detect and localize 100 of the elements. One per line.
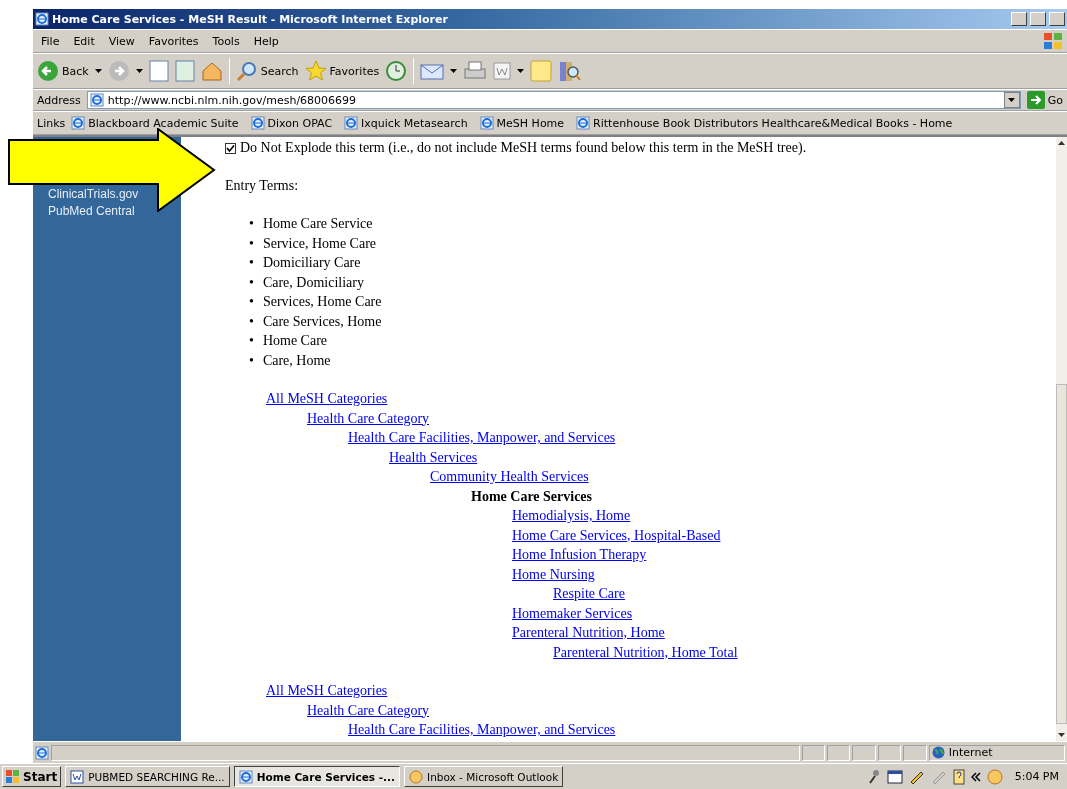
status-pane <box>877 744 902 761</box>
document-icon <box>70 769 85 784</box>
go-button[interactable]: Go <box>1026 91 1063 109</box>
sidebar-link[interactable]: PubMed Central <box>48 204 135 218</box>
globe-page-icon <box>238 769 253 784</box>
minimize-button[interactable] <box>1011 12 1027 26</box>
window-icon[interactable] <box>886 769 903 784</box>
globe-page-icon <box>71 116 86 130</box>
taskbar-button[interactable]: PUBMED SEARCHING Re... <box>65 766 230 787</box>
current-term: Home Care Services <box>471 488 593 504</box>
close-button[interactable] <box>1049 12 1065 26</box>
caret-icon[interactable] <box>450 69 458 73</box>
tree-link[interactable]: All MeSH Categories <box>266 391 388 406</box>
bullet: • <box>249 215 254 233</box>
tree-link[interactable]: Homemaker Services <box>512 605 633 621</box>
search-icon <box>235 60 258 82</box>
start-button[interactable]: Start <box>2 766 62 787</box>
tree-link[interactable]: All MeSH Categories <box>266 683 388 698</box>
tree-link[interactable]: Home Nursing <box>512 566 595 582</box>
history-icon[interactable] <box>385 60 408 82</box>
page-icon <box>35 745 49 760</box>
tree-link[interactable]: Health Care Category <box>307 410 430 426</box>
entry-term: Services, Home Care <box>262 293 382 311</box>
window-title: Home Care Services - MeSH Result - Microsoft Internet Explorer <box>52 12 449 26</box>
menu-item[interactable]: Tools <box>208 34 244 48</box>
tree-link[interactable]: Parenteral Nutrition, Home Total <box>553 644 738 660</box>
bullet: • <box>249 273 254 292</box>
checkbox[interactable] <box>225 142 236 154</box>
tree-link[interactable]: Health Care Category <box>307 702 430 718</box>
star-icon <box>304 60 327 82</box>
tree-link[interactable]: Home Care Services, Hospital-Based <box>512 527 721 543</box>
pen-icon[interactable] <box>908 769 925 784</box>
favorites-button[interactable]: Favorites <box>304 60 380 82</box>
search-button[interactable]: Search <box>235 60 299 82</box>
menu-item[interactable]: View <box>104 34 139 48</box>
globe-icon <box>931 746 945 759</box>
tree-link[interactable]: Hemodialysis, Home <box>512 508 631 523</box>
menu-item[interactable]: Help <box>249 34 283 48</box>
entry-term: Care Services, Home <box>262 312 382 331</box>
bullet: • <box>249 234 254 253</box>
address-field[interactable]: http://www.ncbi.nlm.nih.gov/mesh/68006699 <box>86 91 1021 109</box>
windows-logo-icon <box>1043 32 1063 50</box>
status-pane <box>852 744 876 761</box>
globe-page-icon <box>250 116 265 130</box>
chevron-icon[interactable] <box>970 771 981 782</box>
caret-icon[interactable] <box>1008 98 1016 102</box>
links-label: Links <box>37 116 66 130</box>
address-label: Address <box>37 93 81 107</box>
zone-label: Internet <box>948 746 993 759</box>
taskbar-button[interactable]: Home Care Services -... <box>233 766 401 787</box>
tree-link[interactable]: Respite Care <box>553 586 625 601</box>
entry-terms-heading: Entry Terms: <box>225 178 300 194</box>
entry-term: Service, Home Care <box>262 234 377 253</box>
globe-page-icon <box>576 116 591 130</box>
bullet: • <box>249 254 254 272</box>
favorite-link[interactable]: Blackboard Academic Suite <box>71 116 239 130</box>
back-button[interactable]: Back <box>37 60 89 82</box>
printer-icon[interactable] <box>463 60 488 82</box>
menu-item[interactable]: File <box>37 34 64 48</box>
caret-icon[interactable] <box>94 69 102 73</box>
clock: 5:04 PM <box>1014 770 1059 783</box>
favorite-link[interactable]: Dixon OPAC <box>250 116 333 130</box>
microphone-icon[interactable] <box>866 768 881 785</box>
status-pane <box>903 744 927 761</box>
bullet: • <box>249 293 254 311</box>
mail-icon[interactable] <box>420 61 445 81</box>
tree-link[interactable]: Health Care Facilities, Manpower, and Services <box>348 722 616 737</box>
tree-link[interactable]: Health Services <box>389 449 478 465</box>
menu-item[interactable]: Favorites <box>144 34 203 48</box>
globe-page-icon <box>89 93 104 107</box>
checkbox-label: Do Not Explode this term (i.e., do not include MeSH terms found below this term in the MeSH tree). <box>240 140 807 156</box>
dropdown-button[interactable] <box>1003 92 1020 108</box>
entry-term: Care, Home <box>262 351 331 370</box>
status-pane <box>827 744 851 761</box>
favorite-link[interactable]: Ixquick Metasearch <box>344 116 468 130</box>
bullet: • <box>249 332 254 350</box>
caret-icon[interactable] <box>517 69 525 73</box>
books-magnifier-icon[interactable] <box>558 59 583 83</box>
globe-page-icon <box>344 116 359 130</box>
bullet: • <box>249 312 254 331</box>
taskbar-button[interactable]: Inbox - Microsoft Outlook <box>404 766 564 787</box>
restore-button[interactable] <box>1030 12 1046 26</box>
entry-term: Care, Domiciliary <box>262 273 364 292</box>
entry-term: Domiciliary Care <box>262 254 361 272</box>
globe-page-icon <box>479 116 494 130</box>
tree-link[interactable]: Community Health Services <box>430 469 589 484</box>
caret-icon[interactable] <box>135 69 143 73</box>
windows-logo-icon <box>6 770 20 783</box>
tree-link[interactable]: Health Care Facilities, Manpower, and Services <box>348 430 616 445</box>
scrollbar[interactable] <box>1056 137 1067 741</box>
bullet: • <box>249 351 254 370</box>
favorite-link[interactable]: MeSH Home <box>479 116 565 130</box>
favorite-link[interactable]: Rittenhouse Book Distributors Healthcare&Medical Books - Home <box>576 116 953 130</box>
tree-link[interactable]: Home Infusion Therapy <box>512 547 647 562</box>
menu-item[interactable]: Edit <box>69 34 99 48</box>
browser-icon <box>35 12 49 26</box>
tree-link[interactable]: Parenteral Nutrition, Home <box>512 625 665 640</box>
entry-term: Home Care <box>262 332 328 350</box>
help-icon[interactable] <box>952 768 965 785</box>
sidebar-link[interactable]: ClinicalTrials.gov <box>48 187 139 201</box>
